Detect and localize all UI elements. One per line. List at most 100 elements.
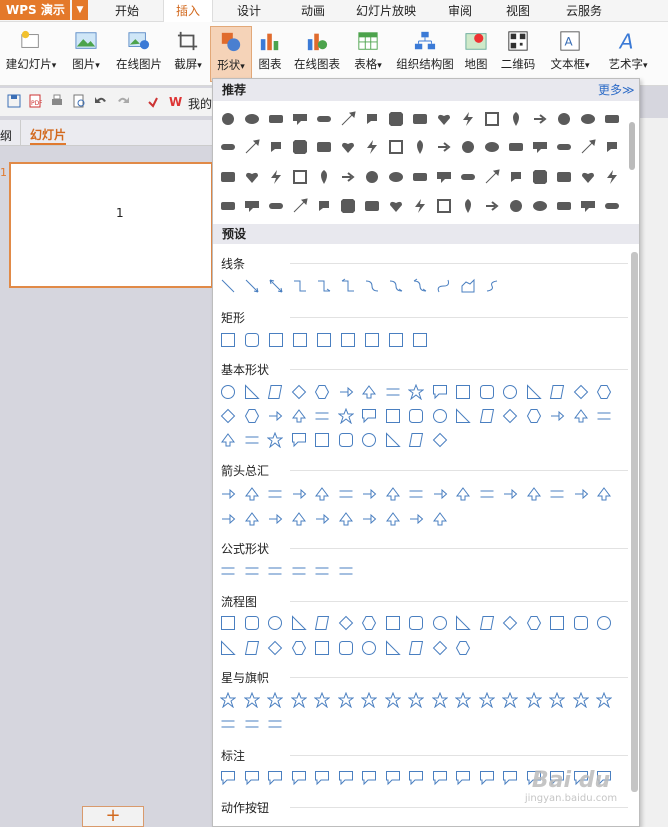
shape-207-icon[interactable] (525, 691, 542, 709)
shape-13-icon[interactable] (532, 111, 548, 127)
shape-20-icon[interactable] (292, 139, 308, 155)
shape-47-icon[interactable] (532, 169, 548, 185)
shape-214-icon[interactable] (220, 770, 236, 786)
shape-125-icon[interactable] (266, 431, 284, 449)
shape-60-icon[interactable] (436, 198, 452, 214)
shape-199-icon[interactable] (337, 691, 354, 709)
shape-108-icon[interactable] (267, 408, 283, 424)
shape-132-icon[interactable] (432, 432, 448, 448)
ribbon-org-chart-button[interactable]: 组织结构图 (394, 26, 456, 82)
ribbon-textbox-button[interactable]: A 文本框▾ (546, 26, 594, 82)
shape-165-icon[interactable] (338, 563, 354, 579)
shape-166-icon[interactable] (220, 615, 236, 631)
shape-163-icon[interactable] (291, 563, 307, 579)
shape-38-icon[interactable] (316, 169, 332, 185)
shape-209-icon[interactable] (572, 691, 589, 709)
shape-51-icon[interactable] (220, 198, 236, 214)
shape-113-icon[interactable] (385, 408, 401, 424)
shape-35-icon[interactable] (244, 169, 260, 185)
shape-223-icon[interactable] (432, 770, 448, 786)
shape-83-icon[interactable] (292, 332, 308, 348)
shape-50-icon[interactable] (604, 169, 620, 185)
shape-185-icon[interactable] (267, 640, 283, 656)
shape-148-icon[interactable] (573, 486, 589, 502)
shape-99-icon[interactable] (455, 384, 471, 400)
shape-158-icon[interactable] (408, 511, 424, 527)
shape-203-icon[interactable] (431, 691, 448, 709)
shape-100-icon[interactable] (479, 384, 495, 400)
shape-19-icon[interactable] (268, 139, 284, 155)
shape-136-icon[interactable] (291, 486, 307, 502)
shape-121-icon[interactable] (573, 408, 589, 424)
customize-arrow-icon[interactable] (146, 94, 160, 108)
shape-102-icon[interactable] (526, 384, 542, 400)
shape-5-icon[interactable] (340, 111, 356, 127)
shape-7-icon[interactable] (388, 111, 404, 127)
shape-168-icon[interactable] (267, 615, 283, 631)
shape-161-icon[interactable] (244, 563, 260, 579)
shape-135-icon[interactable] (267, 486, 283, 502)
shape-97-icon[interactable] (407, 383, 425, 401)
shape-31-icon[interactable] (556, 139, 572, 155)
shape-131-icon[interactable] (408, 432, 424, 448)
shape-194-icon[interactable] (219, 691, 237, 709)
shape-49-icon[interactable] (580, 169, 596, 185)
shape-150-icon[interactable] (220, 511, 236, 527)
shape-43-icon[interactable] (436, 169, 452, 185)
shape-32-icon[interactable] (580, 139, 596, 155)
shape-109-icon[interactable] (291, 408, 307, 424)
my-label[interactable]: 我的 (188, 95, 212, 112)
shape-142-icon[interactable] (432, 486, 448, 502)
shape-79-icon[interactable] (484, 278, 500, 294)
shape-145-icon[interactable] (502, 486, 518, 502)
shape-41-icon[interactable] (388, 169, 404, 185)
shape-33-icon[interactable] (604, 139, 620, 155)
shape-11-icon[interactable] (484, 111, 500, 127)
tab-1[interactable]: 插入 (163, 0, 213, 22)
shape-198-icon[interactable] (313, 691, 331, 709)
shape-77-icon[interactable] (436, 278, 452, 294)
shape-181-icon[interactable] (573, 615, 589, 631)
shape-175-icon[interactable] (432, 615, 448, 631)
shape-39-icon[interactable] (340, 169, 356, 185)
shape-146-icon[interactable] (526, 486, 542, 502)
shape-46-icon[interactable] (508, 169, 524, 185)
shape-157-icon[interactable] (385, 511, 401, 527)
shape-74-icon[interactable] (364, 278, 380, 294)
shape-26-icon[interactable] (436, 139, 452, 155)
print-icon[interactable] (50, 94, 64, 108)
shape-221-icon[interactable] (385, 770, 401, 786)
ribbon-screenshot-button[interactable]: 截屏▾ (168, 26, 208, 82)
shape-193-icon[interactable] (455, 640, 471, 656)
shape-15-icon[interactable] (580, 111, 596, 127)
shape-71-icon[interactable] (292, 278, 308, 294)
shape-104-icon[interactable] (573, 384, 589, 400)
shape-82-icon[interactable] (268, 332, 284, 348)
shape-153-icon[interactable] (291, 511, 307, 527)
shape-95-icon[interactable] (361, 384, 377, 400)
shape-186-icon[interactable] (291, 640, 307, 656)
shape-187-icon[interactable] (314, 640, 330, 656)
shape-23-icon[interactable] (364, 139, 380, 155)
tab-4[interactable]: 幻灯片放映 (346, 0, 426, 22)
shape-144-icon[interactable] (479, 486, 495, 502)
shape-30-icon[interactable] (532, 139, 548, 155)
shape-216-icon[interactable] (267, 770, 283, 786)
undo-icon[interactable] (94, 94, 108, 108)
shape-40-icon[interactable] (364, 169, 380, 185)
shape-210-icon[interactable] (595, 691, 613, 709)
shape-59-icon[interactable] (412, 198, 428, 214)
shape-93-icon[interactable] (314, 384, 330, 400)
shape-224-icon[interactable] (455, 770, 471, 786)
shape-169-icon[interactable] (291, 615, 307, 631)
shape-86-icon[interactable] (364, 332, 380, 348)
ribbon-picture-button[interactable]: 图片▾ (64, 26, 108, 82)
redo-icon[interactable] (116, 94, 130, 108)
shape-128-icon[interactable] (338, 432, 354, 448)
shape-172-icon[interactable] (361, 615, 377, 631)
shape-220-icon[interactable] (361, 770, 377, 786)
shape-91-icon[interactable] (267, 384, 283, 400)
shape-36-icon[interactable] (268, 169, 284, 185)
shape-61-icon[interactable] (460, 198, 476, 214)
shape-124-icon[interactable] (244, 432, 260, 448)
